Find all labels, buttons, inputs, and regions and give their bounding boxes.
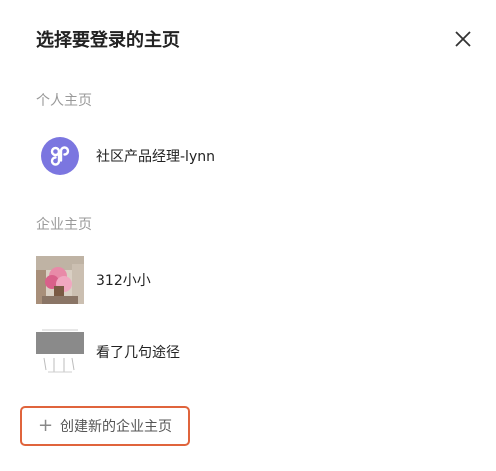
- enterprise-section-label: 企业主页: [36, 217, 92, 233]
- personal-homepage-name: 社区产品经理-lynn: [96, 149, 215, 165]
- link-icon: [50, 146, 70, 166]
- dialog-title: 选择要登录的主页: [36, 30, 180, 51]
- photo-thumbnail: [36, 256, 84, 304]
- sketch-thumbnail: [36, 328, 84, 376]
- photo-avatar: [36, 256, 84, 304]
- sketch-avatar: [36, 328, 84, 376]
- personal-section-label: 个人主页: [36, 93, 92, 109]
- close-button[interactable]: [450, 26, 476, 52]
- enterprise-homepage-name: 看了几句途径: [96, 345, 180, 361]
- enterprise-homepage-name: 312小小: [96, 273, 151, 289]
- create-enterprise-homepage-button[interactable]: + 创建新的企业主页: [20, 406, 190, 446]
- close-icon: [455, 31, 471, 47]
- login-homepage-dialog: 选择要登录的主页 个人主页 社区产品经理-lynn 企业主页 312小小 看了几…: [0, 0, 496, 471]
- enterprise-homepage-item[interactable]: 312小小: [36, 256, 151, 304]
- plus-icon: +: [38, 415, 54, 436]
- create-enterprise-homepage-label: 创建新的企业主页: [60, 419, 172, 435]
- personal-homepage-item[interactable]: 社区产品经理-lynn: [36, 132, 215, 180]
- enterprise-homepage-item[interactable]: 看了几句途径: [36, 328, 180, 376]
- link-logo-avatar: [41, 137, 79, 175]
